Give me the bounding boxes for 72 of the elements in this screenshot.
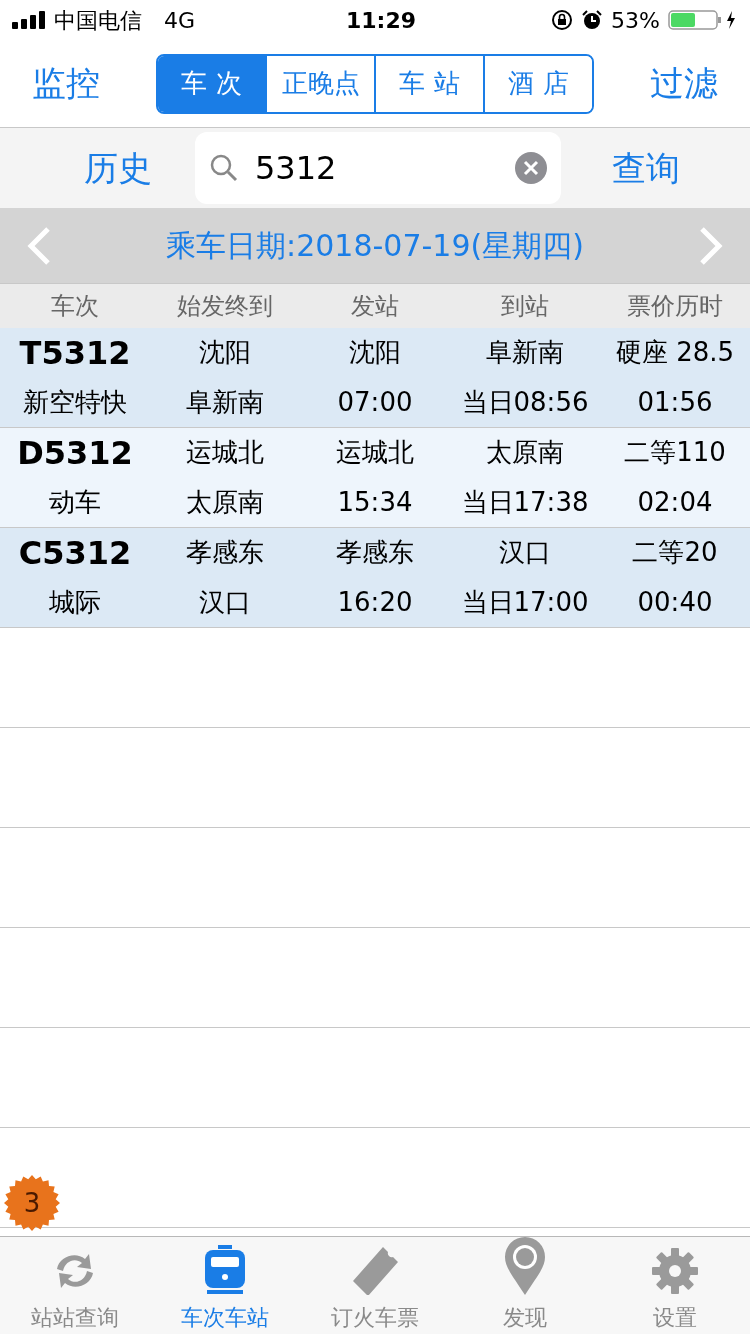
alarm-icon bbox=[581, 9, 604, 31]
train-number: C5312 bbox=[17, 532, 133, 574]
train-number: T5312 bbox=[18, 332, 132, 374]
count-badge: 3 bbox=[4, 1175, 60, 1231]
table-cell-text: 孝感东 bbox=[335, 536, 415, 570]
table-cell-text: 01:56 bbox=[636, 385, 714, 419]
table-cell-text: 二等110 bbox=[623, 436, 727, 470]
table-cell-text: 15:34 bbox=[336, 485, 414, 519]
table-cell-text: 运城北 bbox=[335, 436, 415, 470]
table-cell-text: 动车 bbox=[48, 485, 102, 519]
train-row[interactable]: D5312 运城北 运城北 太原南 二等110 动车 太原南 15:34 当日17:38 02:04 bbox=[0, 428, 750, 528]
table-cell-text: 汉口 bbox=[498, 536, 552, 570]
table-cell-text: 02:04 bbox=[636, 485, 714, 519]
table-cell-text: 汉口 bbox=[198, 585, 252, 619]
rotation-lock-icon bbox=[551, 9, 574, 31]
filter-button[interactable]: 过滤 bbox=[628, 58, 718, 109]
table-cell-text: 阜新南 bbox=[185, 385, 265, 419]
tab-bar-item[interactable]: 站站查询 bbox=[0, 1237, 150, 1334]
column-header: 发站 bbox=[350, 291, 400, 322]
table-cell-text: 沈阳 bbox=[198, 336, 252, 370]
tab-label: 订火车票 bbox=[331, 1304, 419, 1332]
table-cell-text: 城际 bbox=[48, 585, 102, 619]
train-icon bbox=[203, 1245, 247, 1295]
travel-date: 乘车日期:2018-07-19(星期四) bbox=[166, 227, 584, 265]
signal-icon bbox=[12, 11, 48, 29]
tab-label: 站站查询 bbox=[31, 1304, 119, 1332]
table-cell-text: 二等20 bbox=[631, 536, 719, 570]
segment-tab[interactable]: 酒 店 bbox=[483, 55, 592, 112]
table-cell-text: 当日08:56 bbox=[460, 385, 590, 419]
table-cell-text: 阜新南 bbox=[485, 336, 565, 370]
column-header: 始发终到 bbox=[176, 291, 274, 322]
column-header: 车次 bbox=[50, 291, 100, 322]
table-cell-text: 太原南 bbox=[485, 436, 565, 470]
search-bar[interactable]: 5312 bbox=[195, 132, 561, 204]
query-button[interactable]: 查询 bbox=[561, 142, 750, 194]
tab-bar-item[interactable]: 车次车站 bbox=[150, 1237, 300, 1334]
history-button[interactable]: 历史 bbox=[0, 142, 195, 194]
settings-icon bbox=[651, 1247, 699, 1295]
segment-tab[interactable]: 车 次 bbox=[158, 55, 265, 112]
train-number: D5312 bbox=[16, 432, 134, 474]
column-header: 票价历时 bbox=[626, 291, 724, 322]
search-icon bbox=[209, 153, 239, 183]
status-time: 11:29 bbox=[346, 7, 417, 35]
table-cell-text: 新空特快 bbox=[22, 385, 128, 419]
tab-bar-item[interactable]: 发现 bbox=[450, 1237, 600, 1334]
table-cell-text: 16:20 bbox=[336, 585, 414, 619]
tab-label: 车次车站 bbox=[181, 1304, 269, 1332]
table-cell-text: 当日17:00 bbox=[460, 585, 590, 619]
tab-label: 设置 bbox=[653, 1304, 697, 1332]
table-cell-text: 太原南 bbox=[185, 485, 265, 519]
chevron-right-icon[interactable] bbox=[698, 225, 724, 266]
table-cell-text: 孝感东 bbox=[185, 536, 265, 570]
chevron-left-icon[interactable] bbox=[26, 225, 52, 266]
network-type: 4G bbox=[164, 6, 196, 35]
table-cell-text: 硬座 28.5 bbox=[614, 336, 736, 370]
column-header: 到站 bbox=[500, 291, 550, 322]
tab-bar-item[interactable]: 订火车票 bbox=[300, 1237, 450, 1334]
table-cell-text: 00:40 bbox=[636, 585, 714, 619]
table-cell-text: 运城北 bbox=[185, 436, 265, 470]
train-row[interactable]: T5312 沈阳 沈阳 阜新南 硬座 28.5 新空特快 阜新南 07:00 当日08:56 01:56 bbox=[0, 328, 750, 428]
table-cell-text: 当日17:38 bbox=[460, 485, 590, 519]
clear-icon[interactable] bbox=[515, 152, 547, 184]
battery-icon bbox=[668, 9, 738, 31]
search-input[interactable]: 5312 bbox=[255, 144, 515, 192]
train-row[interactable]: C5312 孝感东 孝感东 汉口 二等20 城际 汉口 16:20 当日17:00 00:40 bbox=[0, 528, 750, 628]
tab-bar-item[interactable]: 设置 bbox=[600, 1237, 750, 1334]
table-cell-text: 沈阳 bbox=[348, 336, 402, 370]
tab-label: 发现 bbox=[503, 1304, 547, 1332]
table-cell-text: 07:00 bbox=[336, 385, 414, 419]
monitor-button[interactable]: 监控 bbox=[32, 58, 122, 109]
battery-percent: 53% bbox=[611, 6, 660, 35]
carrier-name: 中国电信 bbox=[54, 6, 142, 35]
